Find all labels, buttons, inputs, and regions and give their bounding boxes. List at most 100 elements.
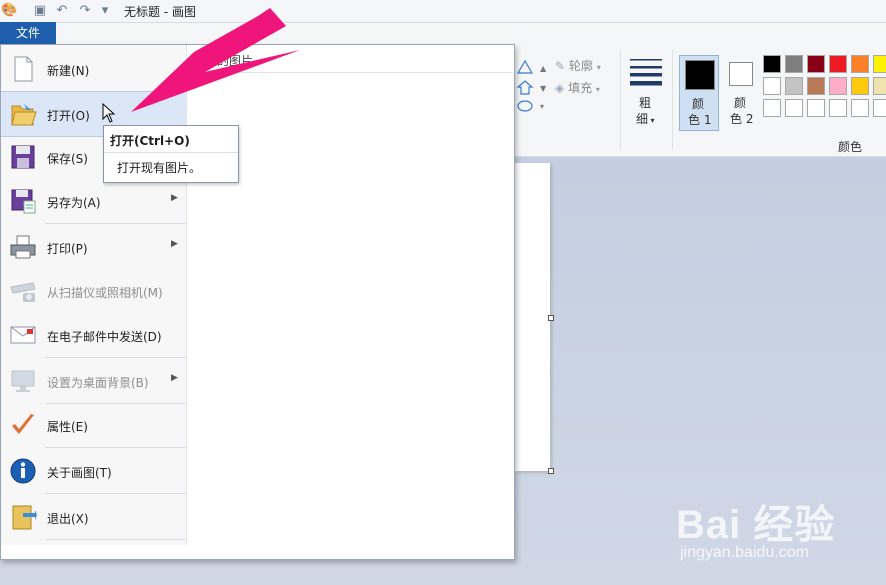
file-menu-item[interactable]: 关于画图(T) <box>1 449 186 493</box>
palette-color-swatch[interactable] <box>851 77 869 95</box>
open-folder-icon <box>9 100 37 128</box>
palette-color-swatch[interactable] <box>785 99 803 117</box>
color-palette <box>763 55 886 121</box>
file-menu-item[interactable]: 打印(P) ▶ <box>1 225 186 269</box>
outline-label: 轮廓 <box>568 59 593 73</box>
submenu-arrow-icon: ▶ <box>171 373 178 383</box>
file-menu-item-label: 从扫描仪或照相机(M) <box>47 286 163 300</box>
palette-color-swatch[interactable] <box>829 55 847 73</box>
recent-pictures-header: 最近的图片 <box>193 54 254 68</box>
undo-icon[interactable]: ↶ <box>54 3 70 19</box>
fill-label: 填充 <box>568 81 593 95</box>
menu-separator <box>45 447 186 448</box>
printer-icon <box>9 233 37 261</box>
file-menu-item[interactable]: 在电子邮件中发送(D) <box>1 313 186 357</box>
mouse-cursor-icon <box>102 103 116 123</box>
submenu-arrow-icon: ▶ <box>171 239 178 249</box>
watermark-brand: Bai 经验 <box>676 503 836 547</box>
palette-color-swatch[interactable] <box>785 77 803 95</box>
exit-icon <box>9 503 37 531</box>
file-menu-commands: 新建(N) 打开(O) 保存(S) 另存为(A) ▶ 打印(P) ▶ 从扫描仪或照相机(M) 在… <box>1 45 187 545</box>
baidu-watermark: Bai 经验 jingyan.baidu.com <box>676 492 836 561</box>
palette-color-swatch[interactable] <box>785 55 803 73</box>
file-menu-item-label: 另存为(A) <box>47 196 101 210</box>
outline-icon: ✎ <box>555 59 566 73</box>
customize-quick-access-icon[interactable]: ▾ <box>97 3 113 19</box>
palette-color-swatch[interactable] <box>873 99 886 117</box>
color-2-button[interactable]: 颜 色 2 <box>724 55 760 131</box>
checkmark-icon <box>9 411 37 439</box>
info-icon <box>9 457 37 485</box>
shapes-gallery[interactable]: ▲ ▼ ▾ <box>515 58 555 118</box>
color-1-button[interactable]: 颜 色 1 <box>679 55 719 131</box>
file-menu-item-label: 新建(N) <box>47 64 90 78</box>
file-menu-item-label: 保存(S) <box>47 152 88 166</box>
palette-color-swatch[interactable] <box>829 77 847 95</box>
palette-color-swatch[interactable] <box>807 55 825 73</box>
file-menu-item-label: 在电子邮件中发送(D) <box>47 330 162 344</box>
color-1-label-bottom: 色 1 <box>688 113 712 127</box>
palette-color-swatch[interactable] <box>873 77 886 95</box>
file-menu-item-label: 退出(X) <box>47 512 89 526</box>
color-2-label-bottom: 色 2 <box>730 112 754 126</box>
svg-text:▼: ▼ <box>540 84 547 93</box>
open-tooltip: 打开(Ctrl+O) 打开现有图片。 <box>103 125 239 183</box>
size-button[interactable]: 粗 细 ▾ <box>628 56 664 128</box>
file-menu-item[interactable]: 另存为(A) ▶ <box>1 179 186 223</box>
file-menu-item-label: 关于画图(T) <box>47 466 112 480</box>
resize-handle-right[interactable] <box>548 315 554 321</box>
colors-group-label: 颜色 <box>838 140 863 154</box>
fill-button[interactable]: ◈ 填充 ▾ <box>555 79 600 96</box>
palette-color-swatch[interactable] <box>829 99 847 117</box>
ribbon-divider <box>672 50 673 150</box>
menu-separator <box>45 403 186 404</box>
palette-color-swatch[interactable] <box>763 99 781 117</box>
paint-app-icon[interactable]: 🎨 <box>1 3 17 19</box>
drawing-canvas[interactable] <box>515 163 554 474</box>
menu-separator <box>45 493 186 494</box>
palette-color-swatch[interactable] <box>807 99 825 117</box>
quick-save-icon[interactable]: ▣ <box>32 3 48 19</box>
palette-color-swatch[interactable] <box>763 77 781 95</box>
color-1-label-top: 颜 <box>692 97 705 111</box>
palette-color-swatch[interactable] <box>807 77 825 95</box>
redo-icon[interactable]: ↷ <box>77 3 93 19</box>
outline-button[interactable]: ✎ 轮廓 ▾ <box>555 57 601 74</box>
file-menu-item-label: 设置为桌面背景(B) <box>47 376 149 390</box>
palette-color-swatch[interactable] <box>851 99 869 117</box>
palette-color-swatch[interactable] <box>763 55 781 73</box>
file-menu-item: 设置为桌面背景(B) ▶ <box>1 359 186 403</box>
email-icon <box>9 321 37 349</box>
file-menu-item: 从扫描仪或照相机(M) <box>1 269 186 313</box>
file-menu-item[interactable]: 属性(E) <box>1 403 186 447</box>
palette-color-swatch[interactable] <box>851 55 869 73</box>
menu-separator <box>45 357 186 358</box>
color-2-label-top: 颜 <box>734 96 747 110</box>
file-menu: 新建(N) 打开(O) 保存(S) 另存为(A) ▶ 打印(P) ▶ 从扫描仪或照相机(M) 在… <box>0 44 515 560</box>
file-menu-item-label: 属性(E) <box>47 420 88 434</box>
menu-separator <box>45 223 186 224</box>
color-1-swatch <box>685 60 715 90</box>
title-bar: 🎨 ▣ ↶ ↷ ▾ 无标题 - 画图 <box>0 0 886 23</box>
desktop-background-icon <box>9 367 37 395</box>
menu-separator <box>45 539 186 540</box>
new-file-icon <box>9 55 37 83</box>
tooltip-divider <box>104 152 238 153</box>
fill-bucket-icon: ◈ <box>555 81 565 95</box>
file-tab[interactable]: 文件 <box>0 22 56 44</box>
size-label-bottom: 细 ▾ <box>636 112 655 126</box>
watermark-url: jingyan.baidu.com <box>680 544 809 561</box>
color-2-swatch <box>729 62 753 86</box>
palette-color-swatch[interactable] <box>873 55 886 73</box>
save-as-icon <box>9 187 37 215</box>
submenu-arrow-icon: ▶ <box>171 193 178 203</box>
file-menu-item-label: 打印(P) <box>47 242 88 256</box>
recent-divider <box>187 72 513 73</box>
line-size-icon <box>630 59 662 86</box>
file-menu-item[interactable]: 新建(N) <box>1 47 186 91</box>
window-title: 无标题 - 画图 <box>124 5 196 19</box>
file-menu-item[interactable]: 退出(X) <box>1 495 186 539</box>
tooltip-title: 打开(Ctrl+O) <box>110 134 190 148</box>
file-menu-item-label: 打开(O) <box>47 109 90 123</box>
resize-handle-corner[interactable] <box>548 468 554 474</box>
